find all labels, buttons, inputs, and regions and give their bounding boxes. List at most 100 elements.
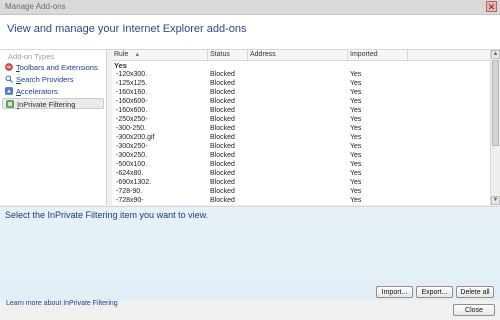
cell-imported: Yes (350, 179, 362, 186)
sidebar-item-label: Toolbars and Extensions (16, 63, 98, 72)
rules-table: Rule ▲ Status Address Imported Yes -120x… (112, 50, 490, 205)
cell-imported: Yes (350, 125, 362, 132)
cell-rule: -300x200.gif (116, 134, 155, 141)
column-header-address[interactable]: Address (248, 50, 348, 60)
cell-rule: -624x80. (116, 170, 144, 177)
sidebar-item-search-providers[interactable]: Search Providers (2, 74, 104, 85)
table-header: Rule ▲ Status Address Imported (112, 50, 490, 61)
group-header: Yes (114, 61, 127, 70)
manage-addons-window: Manage Add-ons ✕ View and manage your In… (0, 0, 500, 320)
vertical-scrollbar[interactable]: ▲ ▼ (490, 50, 500, 205)
export-button[interactable]: Export... (416, 286, 453, 298)
table-row[interactable]: -624x80. Blocked Yes (112, 169, 490, 178)
cell-status: Blocked (210, 98, 235, 105)
cell-status: Blocked (210, 188, 235, 195)
window-title: Manage Add-ons (5, 2, 66, 11)
cell-imported: Yes (350, 89, 362, 96)
table-row[interactable]: -125x125. Blocked Yes (112, 79, 490, 88)
column-label: Imported (350, 51, 378, 58)
column-label: Rule (114, 51, 129, 58)
inprivate-icon (6, 100, 14, 108)
sidebar-item-label: InPrivate Filtering (17, 100, 76, 109)
cell-imported: Yes (350, 80, 362, 87)
cell-rule: -160x160. (116, 89, 148, 96)
table-row[interactable]: -300x250- Blocked Yes (112, 142, 490, 151)
sidebar-item-toolbars[interactable]: Toolbars and Extensions (2, 62, 104, 73)
table-row[interactable]: -690x1302. Blocked Yes (112, 178, 490, 187)
cell-status: Blocked (210, 161, 235, 168)
column-header-rule[interactable]: Rule ▲ (112, 50, 208, 60)
cell-imported: Yes (350, 98, 362, 105)
title-bar: Manage Add-ons ✕ (0, 0, 500, 15)
cell-status: Blocked (210, 116, 235, 123)
cell-imported: Yes (350, 134, 362, 141)
table-row[interactable]: -160x600- Blocked Yes (112, 97, 490, 106)
cell-rule: -728x90- (116, 197, 144, 204)
column-header-status[interactable]: Status (208, 50, 248, 60)
table-row[interactable]: -728x90- Blocked Yes (112, 196, 490, 205)
close-button[interactable]: Close (453, 304, 495, 316)
table-row[interactable]: -728-90. Blocked Yes (112, 187, 490, 196)
cell-status: Blocked (210, 107, 235, 114)
cell-rule: -300-250. (116, 125, 146, 132)
cell-rule: -728-90. (116, 188, 143, 195)
cell-rule: -500x100. (116, 161, 148, 168)
cell-imported: Yes (350, 161, 362, 168)
sidebar-item-label: Accelerators (16, 87, 58, 96)
cell-rule: -690x1302. (116, 179, 152, 186)
toolbars-icon (5, 63, 13, 71)
table-row[interactable]: -160x600. Blocked Yes (112, 106, 490, 115)
table-row[interactable]: -300x200.gif Blocked Yes (112, 133, 490, 142)
column-label: Status (210, 51, 230, 58)
cell-status: Blocked (210, 71, 235, 78)
search-icon (5, 75, 13, 83)
scroll-thumb[interactable] (492, 60, 499, 146)
page-header: View and manage your Internet Explorer a… (0, 15, 500, 50)
cell-status: Blocked (210, 197, 235, 204)
cell-imported: Yes (350, 71, 362, 78)
cell-status: Blocked (210, 89, 235, 96)
page-heading: View and manage your Internet Explorer a… (7, 23, 247, 35)
cell-rule: -250x250- (116, 116, 148, 123)
scroll-down-icon[interactable]: ▼ (491, 196, 500, 205)
cell-status: Blocked (210, 125, 235, 132)
sidebar-item-inprivate-filtering[interactable]: InPrivate Filtering (2, 98, 104, 109)
cell-status: Blocked (210, 179, 235, 186)
cell-status: Blocked (210, 80, 235, 87)
delete-all-button[interactable]: Delete all (456, 286, 494, 298)
table-row[interactable]: -500x100. Blocked Yes (112, 160, 490, 169)
column-header-imported[interactable]: Imported (348, 50, 408, 60)
cell-status: Blocked (210, 152, 235, 159)
table-row[interactable]: -300x250. Blocked Yes (112, 151, 490, 160)
table-row[interactable]: -120x300. Blocked Yes (112, 70, 490, 79)
cell-rule: -300x250. (116, 152, 148, 159)
cell-imported: Yes (350, 116, 362, 123)
cell-rule: -160x600. (116, 107, 148, 114)
close-window-button[interactable]: ✕ (486, 1, 497, 12)
cell-rule: -160x600- (116, 98, 148, 105)
cell-rule: -125x125. (116, 80, 148, 87)
cell-imported: Yes (350, 197, 362, 204)
sidebar-item-label: Search Providers (16, 75, 74, 84)
column-label: Address (250, 51, 276, 58)
cell-status: Blocked (210, 134, 235, 141)
footer: Learn more about InPrivate Filtering (0, 300, 500, 320)
cell-imported: Yes (350, 188, 362, 195)
cell-status: Blocked (210, 170, 235, 177)
cell-status: Blocked (210, 143, 235, 150)
learn-more-link[interactable]: Learn more about InPrivate Filtering (6, 300, 118, 307)
table-row[interactable]: -160x160. Blocked Yes (112, 88, 490, 97)
import-button[interactable]: Import... (376, 286, 413, 298)
cell-imported: Yes (350, 107, 362, 114)
details-prompt: Select the InPrivate Filtering item you … (5, 210, 209, 220)
cell-imported: Yes (350, 170, 362, 177)
accelerators-icon (5, 87, 13, 95)
table-row[interactable]: -300-250. Blocked Yes (112, 124, 490, 133)
scroll-up-icon[interactable]: ▲ (491, 50, 500, 59)
cell-rule: -300x250- (116, 143, 148, 150)
sort-ascending-icon: ▲ (134, 52, 141, 58)
cell-imported: Yes (350, 152, 362, 159)
cell-imported: Yes (350, 143, 362, 150)
sidebar-item-accelerators[interactable]: Accelerators (2, 86, 104, 97)
table-row[interactable]: -250x250- Blocked Yes (112, 115, 490, 124)
